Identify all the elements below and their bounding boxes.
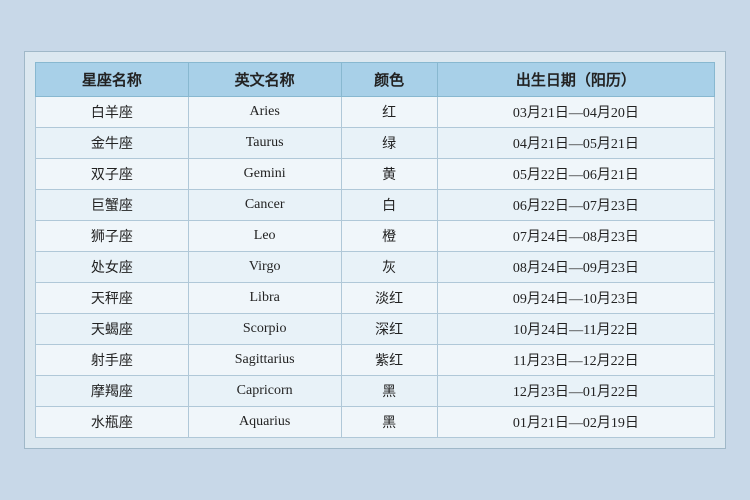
col-header-color: 颜色 [341,63,437,97]
cell-r7-c2: 深红 [341,314,437,345]
cell-r2-c2: 黄 [341,159,437,190]
cell-r1-c2: 绿 [341,128,437,159]
cell-r0-c1: Aries [188,97,341,128]
cell-r4-c3: 07月24日—08月23日 [437,221,714,252]
cell-r1-c3: 04月21日—05月21日 [437,128,714,159]
cell-r9-c3: 12月23日—01月22日 [437,376,714,407]
cell-r3-c3: 06月22日—07月23日 [437,190,714,221]
cell-r5-c1: Virgo [188,252,341,283]
cell-r4-c1: Leo [188,221,341,252]
table-row: 天蝎座Scorpio深红10月24日—11月22日 [36,314,715,345]
cell-r5-c2: 灰 [341,252,437,283]
cell-r1-c1: Taurus [188,128,341,159]
cell-r8-c0: 射手座 [36,345,189,376]
cell-r10-c1: Aquarius [188,407,341,438]
table-row: 白羊座Aries红03月21日—04月20日 [36,97,715,128]
cell-r7-c3: 10月24日—11月22日 [437,314,714,345]
cell-r9-c0: 摩羯座 [36,376,189,407]
table-row: 处女座Virgo灰08月24日—09月23日 [36,252,715,283]
cell-r7-c1: Scorpio [188,314,341,345]
cell-r2-c3: 05月22日—06月21日 [437,159,714,190]
cell-r1-c0: 金牛座 [36,128,189,159]
cell-r6-c3: 09月24日—10月23日 [437,283,714,314]
cell-r9-c1: Capricorn [188,376,341,407]
cell-r2-c0: 双子座 [36,159,189,190]
cell-r6-c2: 淡红 [341,283,437,314]
table-row: 射手座Sagittarius紫红11月23日—12月22日 [36,345,715,376]
cell-r4-c2: 橙 [341,221,437,252]
table-row: 天秤座Libra淡红09月24日—10月23日 [36,283,715,314]
zodiac-table-container: 星座名称 英文名称 颜色 出生日期（阳历） 白羊座Aries红03月21日—04… [24,51,726,449]
cell-r10-c0: 水瓶座 [36,407,189,438]
cell-r9-c2: 黑 [341,376,437,407]
cell-r0-c2: 红 [341,97,437,128]
cell-r10-c2: 黑 [341,407,437,438]
cell-r3-c1: Cancer [188,190,341,221]
zodiac-table: 星座名称 英文名称 颜色 出生日期（阳历） 白羊座Aries红03月21日—04… [35,62,715,438]
cell-r8-c3: 11月23日—12月22日 [437,345,714,376]
cell-r5-c3: 08月24日—09月23日 [437,252,714,283]
cell-r4-c0: 狮子座 [36,221,189,252]
cell-r8-c2: 紫红 [341,345,437,376]
cell-r10-c3: 01月21日—02月19日 [437,407,714,438]
table-row: 水瓶座Aquarius黑01月21日—02月19日 [36,407,715,438]
table-row: 狮子座Leo橙07月24日—08月23日 [36,221,715,252]
cell-r2-c1: Gemini [188,159,341,190]
col-header-english-name: 英文名称 [188,63,341,97]
cell-r5-c0: 处女座 [36,252,189,283]
cell-r7-c0: 天蝎座 [36,314,189,345]
col-header-chinese-name: 星座名称 [36,63,189,97]
table-row: 摩羯座Capricorn黑12月23日—01月22日 [36,376,715,407]
cell-r0-c3: 03月21日—04月20日 [437,97,714,128]
table-row: 双子座Gemini黄05月22日—06月21日 [36,159,715,190]
cell-r0-c0: 白羊座 [36,97,189,128]
table-header-row: 星座名称 英文名称 颜色 出生日期（阳历） [36,63,715,97]
cell-r3-c2: 白 [341,190,437,221]
cell-r6-c1: Libra [188,283,341,314]
cell-r6-c0: 天秤座 [36,283,189,314]
cell-r8-c1: Sagittarius [188,345,341,376]
table-row: 巨蟹座Cancer白06月22日—07月23日 [36,190,715,221]
table-row: 金牛座Taurus绿04月21日—05月21日 [36,128,715,159]
cell-r3-c0: 巨蟹座 [36,190,189,221]
col-header-birthdate: 出生日期（阳历） [437,63,714,97]
